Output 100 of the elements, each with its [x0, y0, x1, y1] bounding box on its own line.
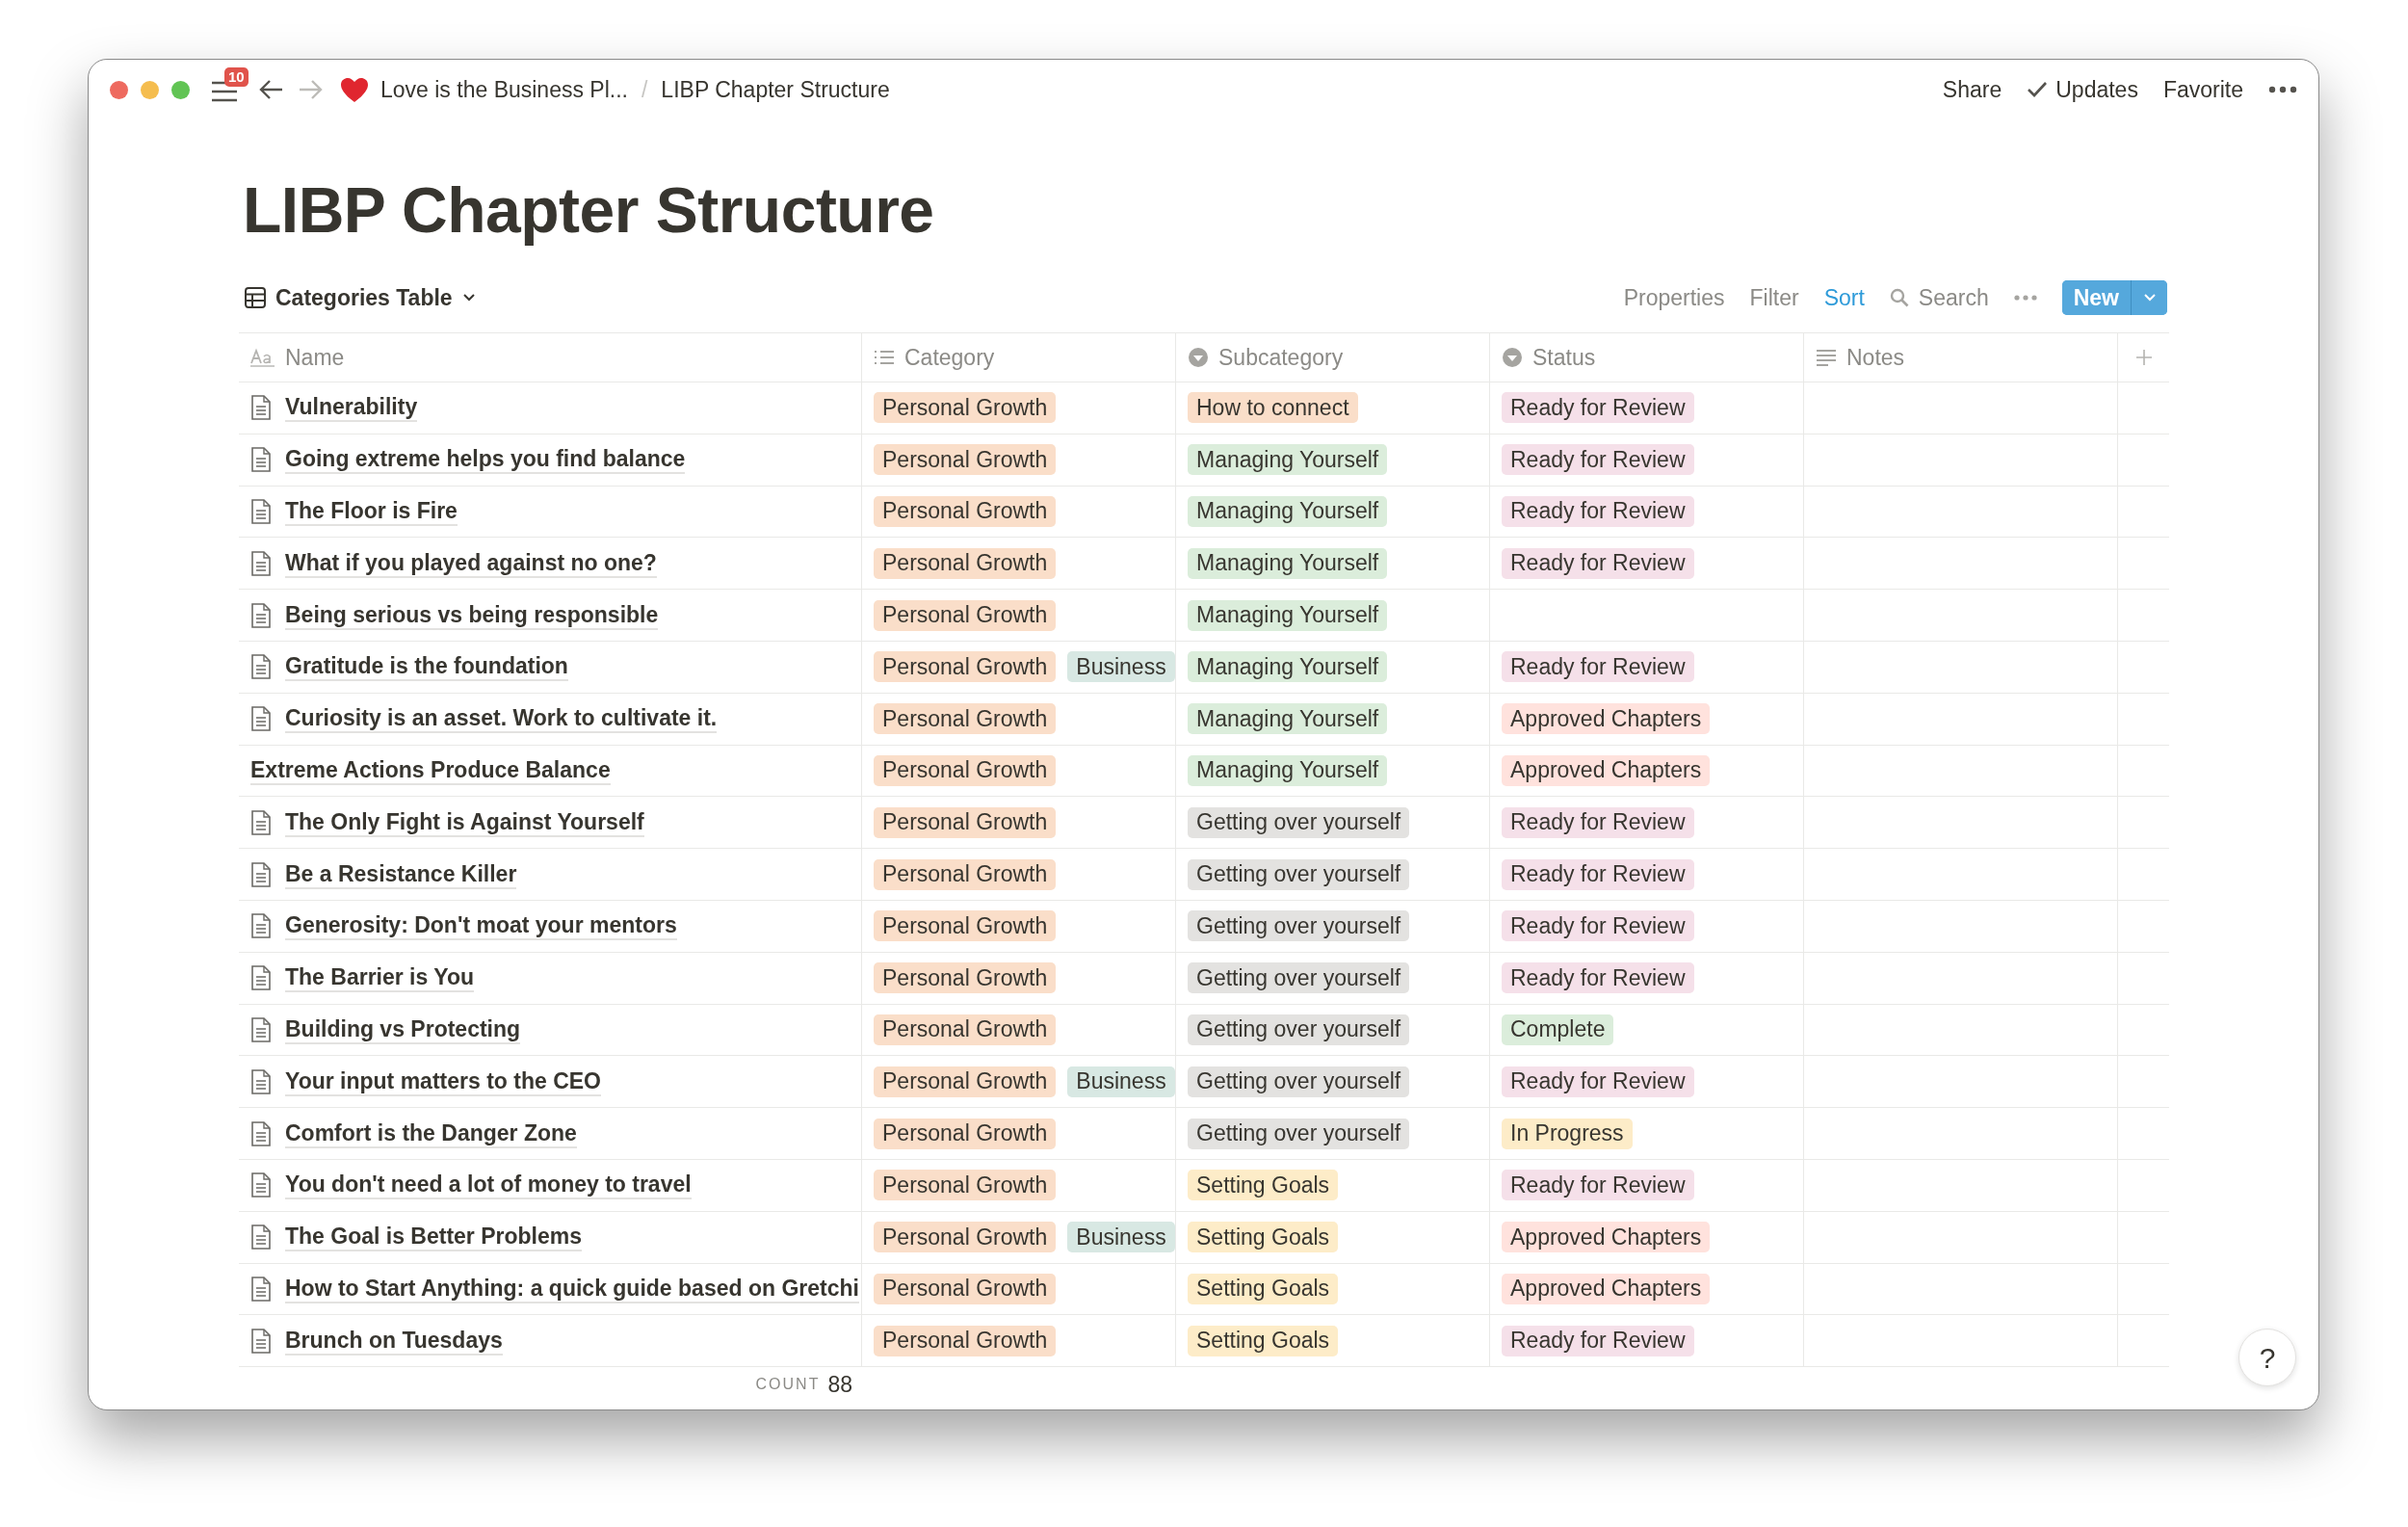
tag: Personal Growth — [874, 754, 1057, 786]
check-icon — [2027, 81, 2049, 98]
tag: Personal Growth — [874, 910, 1057, 942]
page-name-link[interactable]: Brunch on Tuesdays — [285, 1326, 503, 1356]
tag: Managing Yourself — [1188, 496, 1388, 527]
list-icon — [874, 349, 895, 366]
tag: Ready for Review — [1502, 910, 1694, 942]
heart-icon — [340, 76, 369, 103]
tag: Setting Goals — [1188, 1325, 1339, 1356]
tag: Ready for Review — [1502, 858, 1694, 890]
tag: Personal Growth — [874, 392, 1057, 424]
tag: Getting over yourself — [1188, 962, 1410, 994]
page-name-link[interactable]: The Only Fight is Against Yourself — [285, 807, 644, 837]
topbar-action[interactable]: Favorite — [2162, 72, 2243, 107]
chevron-down-icon — [2142, 293, 2157, 303]
tag: Getting over yourself — [1188, 1118, 1410, 1149]
tag: Managing Yourself — [1188, 651, 1388, 683]
breadcrumb-separator: / — [641, 75, 648, 104]
page-name-link[interactable]: How to Start Anything: a quick guide based on Gretchi — [285, 1274, 859, 1303]
topbar-action[interactable]: Updates — [2027, 72, 2138, 107]
tag: Business — [1067, 651, 1175, 683]
add-column-icon[interactable] — [2134, 349, 2153, 366]
breadcrumb-link[interactable]: LIBP Chapter Structure — [661, 72, 890, 107]
tag: Managing Yourself — [1188, 599, 1388, 631]
page-name-link[interactable]: You don't need a lot of money to travel — [285, 1171, 692, 1200]
page-name-link[interactable]: Your input matters to the CEO — [285, 1066, 601, 1096]
view-selector[interactable]: Categories Table — [245, 280, 476, 315]
text-lines-icon — [1816, 349, 1837, 366]
tag: Ready for Review — [1502, 392, 1694, 424]
page-name-link[interactable]: Being serious vs being responsible — [285, 600, 659, 630]
close-button[interactable] — [110, 80, 128, 99]
forward-arrow-icon[interactable] — [298, 79, 323, 100]
tag: Approved Chapters — [1502, 1222, 1711, 1253]
tag: Personal Growth — [874, 1014, 1057, 1045]
tag: Approved Chapters — [1502, 703, 1711, 735]
page-name-link[interactable]: Gratitude is the foundation — [285, 652, 568, 682]
tag: Personal Growth — [874, 444, 1057, 476]
tag: Setting Goals — [1188, 1273, 1339, 1304]
page-name-link[interactable]: Be a Resistance Killer — [285, 859, 517, 889]
search-icon — [1889, 288, 1909, 307]
tag: Ready for Review — [1502, 547, 1694, 579]
zoom-button[interactable] — [171, 80, 190, 99]
tag: Personal Growth — [874, 962, 1057, 994]
tag: Business — [1067, 1066, 1175, 1097]
tag: Approved Chapters — [1502, 1273, 1711, 1304]
tag: Getting over yourself — [1188, 910, 1410, 942]
page-name-link[interactable]: Extreme Actions Produce Balance — [250, 755, 611, 785]
tag: Getting over yourself — [1188, 1066, 1410, 1097]
page-title: LIBP Chapter Structure — [243, 173, 935, 248]
table-icon — [245, 287, 266, 308]
minimize-button[interactable] — [141, 80, 159, 99]
tag: Personal Growth — [874, 703, 1057, 735]
page-name-link[interactable]: Building vs Protecting — [285, 1014, 521, 1044]
tag: Ready for Review — [1502, 962, 1694, 994]
page-name-link[interactable]: The Floor is Fire — [285, 497, 458, 526]
tag: Personal Growth — [874, 1170, 1057, 1201]
page-name-link[interactable]: The Barrier is You — [285, 963, 474, 993]
chevron-down-icon — [461, 293, 476, 303]
tag: Setting Goals — [1188, 1170, 1339, 1201]
page-name-link[interactable]: What if you played against no one? — [285, 548, 657, 578]
tag: Ready for Review — [1502, 496, 1694, 527]
page-name-link[interactable]: Comfort is the Danger Zone — [285, 1119, 577, 1148]
tag: Personal Growth — [874, 651, 1057, 683]
page-name-link[interactable]: Vulnerability — [285, 393, 418, 423]
tag: Managing Yourself — [1188, 444, 1388, 476]
tag: Ready for Review — [1502, 651, 1694, 683]
tag: Getting over yourself — [1188, 1014, 1410, 1045]
tag: Getting over yourself — [1188, 858, 1410, 890]
count-value: 88 — [827, 1370, 852, 1399]
tag: Personal Growth — [874, 806, 1057, 838]
tag: Managing Yourself — [1188, 754, 1388, 786]
page-name-link[interactable]: Curiosity is an asset. Work to cultivate it. — [285, 704, 718, 734]
dropdown-circle-icon — [1188, 347, 1209, 368]
tag: Ready for Review — [1502, 1066, 1694, 1097]
tag: Managing Yourself — [1188, 547, 1388, 579]
back-arrow-icon[interactable] — [259, 79, 284, 100]
tag: Personal Growth — [874, 547, 1057, 579]
tag: Ready for Review — [1502, 1325, 1694, 1356]
more-icon[interactable] — [2268, 86, 2297, 93]
new-dropdown-button[interactable] — [2131, 280, 2167, 315]
notification-badge: 10 — [224, 67, 249, 87]
tag: Personal Growth — [874, 1066, 1057, 1097]
page-name-link[interactable]: The Goal is Better Problems — [285, 1223, 583, 1252]
count-label: COUNT — [755, 1375, 821, 1395]
page-name-link[interactable]: Generosity: Don't moat your mentors — [285, 911, 677, 941]
tag: Ready for Review — [1502, 444, 1694, 476]
tag: How to connect — [1188, 392, 1358, 424]
help-button[interactable]: ? — [2238, 1329, 2296, 1386]
tag: Complete — [1502, 1014, 1614, 1045]
tag: Personal Growth — [874, 1273, 1057, 1304]
tag: Ready for Review — [1502, 1170, 1694, 1201]
page-name-link[interactable]: Going extreme helps you find balance — [285, 445, 686, 475]
tag: Personal Growth — [874, 1118, 1057, 1149]
tag: Personal Growth — [874, 858, 1057, 890]
breadcrumb-link[interactable]: Love is the Business Pl... — [380, 72, 628, 107]
tag: Personal Growth — [874, 599, 1057, 631]
topbar-action[interactable]: Share — [1942, 72, 2002, 107]
tag: Managing Yourself — [1188, 703, 1388, 735]
tag: Personal Growth — [874, 1325, 1057, 1356]
dropdown-circle-icon — [1502, 347, 1523, 368]
